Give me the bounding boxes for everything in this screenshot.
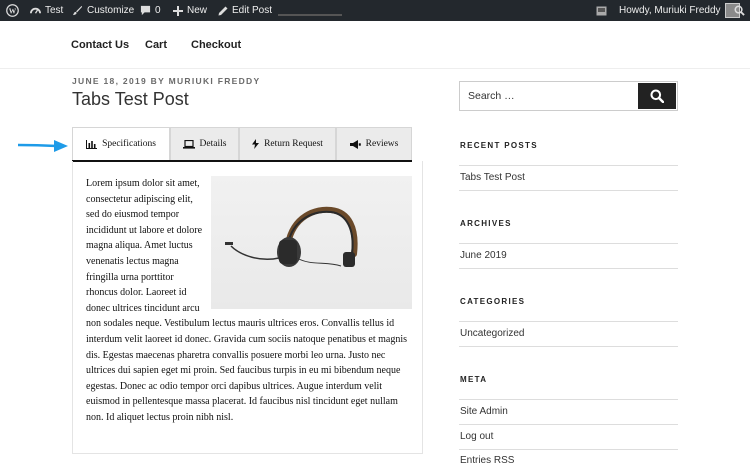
nav-item-contact-us[interactable]: Contact Us xyxy=(71,39,129,51)
category-link[interactable]: Uncategorized xyxy=(460,328,524,339)
comment-bubble-icon xyxy=(140,5,151,16)
pencil-icon xyxy=(218,6,228,15)
tab-specifications[interactable]: Specifications xyxy=(72,127,170,160)
divider xyxy=(459,424,678,425)
recent-posts-heading: RECENT POSTS xyxy=(460,141,538,150)
edit-post-link[interactable]: Edit Post xyxy=(218,0,272,21)
headphones-illustration xyxy=(225,206,358,267)
new-content-link[interactable]: New xyxy=(173,0,207,21)
plus-icon xyxy=(173,5,183,16)
edit-post-label: Edit Post xyxy=(232,5,273,16)
divider xyxy=(459,268,678,269)
notifications-icon[interactable] xyxy=(596,0,607,21)
tab-panel-content: Lorem ipsum dolor sit amet, consectetur … xyxy=(86,176,412,426)
divider xyxy=(459,165,678,166)
search-icon[interactable] xyxy=(734,0,745,21)
search-input[interactable] xyxy=(460,82,638,110)
tab-label: Specifications xyxy=(102,139,156,149)
search-submit-button[interactable] xyxy=(638,83,676,109)
divider xyxy=(459,449,678,450)
divider xyxy=(459,321,678,322)
new-label: New xyxy=(187,5,208,16)
headphones-image xyxy=(211,176,412,309)
page-title: Tabs Test Post xyxy=(72,89,189,109)
comments-link[interactable]: 0 xyxy=(140,0,161,21)
megaphone-icon xyxy=(349,139,361,149)
meta-heading: META xyxy=(460,375,488,384)
divider xyxy=(459,243,678,244)
site-admin-link[interactable]: Site Admin xyxy=(460,406,508,417)
tabs-bar: Specifications Details Return Request Re… xyxy=(72,127,412,162)
recent-post-link[interactable]: Tabs Test Post xyxy=(460,172,525,183)
divider xyxy=(459,346,678,347)
divider xyxy=(459,190,678,191)
tab-label: Reviews xyxy=(365,139,399,149)
bar-chart-icon xyxy=(86,139,98,149)
tab-label: Details xyxy=(199,139,227,149)
tab-details[interactable]: Details xyxy=(170,127,239,160)
archive-link[interactable]: June 2019 xyxy=(460,250,507,261)
tab-reviews[interactable]: Reviews xyxy=(336,127,412,160)
post-meta: JUNE 18, 2019 BY MURIUKI FREDDY xyxy=(72,76,261,86)
sidebar-search-form xyxy=(459,81,678,111)
customize-link[interactable]: Customize xyxy=(72,0,134,21)
tab-return-request[interactable]: Return Request xyxy=(239,127,336,160)
annotation-arrow-icon xyxy=(17,140,68,152)
svg-text:W: W xyxy=(9,6,17,15)
nav-item-checkout[interactable]: Checkout xyxy=(191,39,241,51)
lightning-icon xyxy=(252,139,260,149)
search-icon xyxy=(650,89,664,103)
nav-item-cart[interactable]: Cart xyxy=(145,39,167,51)
site-name-label: Test xyxy=(45,5,64,16)
howdy-label: Howdy, Muriuki Freddy xyxy=(619,5,721,16)
main-navigation: Contact Us Cart Checkout xyxy=(0,21,750,69)
admin-bar-search-field[interactable] xyxy=(278,14,342,16)
customize-label: Customize xyxy=(87,5,135,16)
tab-label: Return Request xyxy=(264,139,323,149)
admin-bar: W Test Customize 0 New Edit Post Howdy, … xyxy=(0,0,750,21)
dashboard-icon xyxy=(30,7,41,14)
user-account-menu[interactable]: Howdy, Muriuki Freddy xyxy=(619,0,740,21)
paintbrush-icon xyxy=(72,5,83,16)
divider xyxy=(459,399,678,400)
entries-rss-link[interactable]: Entries RSS xyxy=(460,455,514,466)
wordpress-logo-icon[interactable]: W xyxy=(6,0,19,21)
site-name-link[interactable]: Test xyxy=(30,0,63,21)
categories-heading: CATEGORIES xyxy=(460,297,526,306)
comments-count: 0 xyxy=(155,5,161,16)
archives-heading: ARCHIVES xyxy=(460,219,512,228)
laptop-icon xyxy=(182,139,195,149)
log-out-link[interactable]: Log out xyxy=(460,431,493,442)
